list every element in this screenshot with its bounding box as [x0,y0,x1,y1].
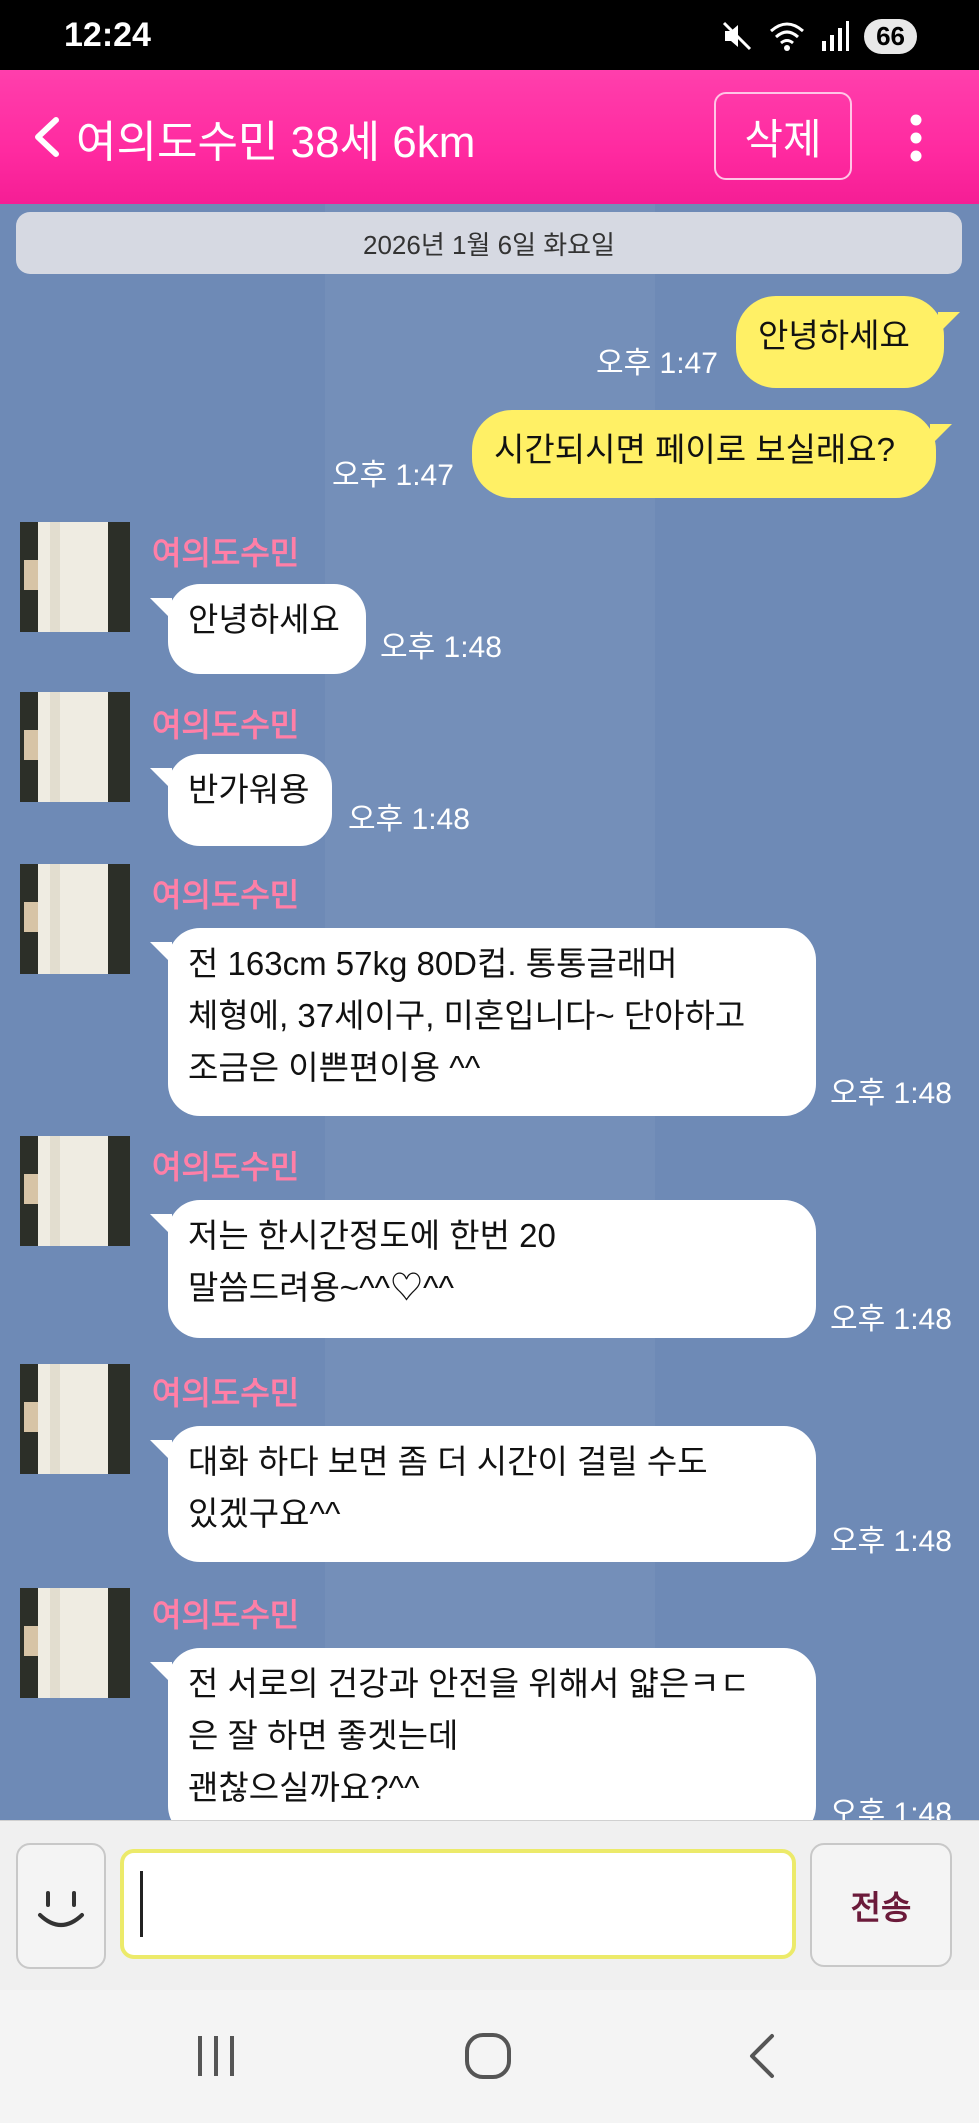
bubble-tail [150,1440,172,1462]
message-line: 전 163cm 57kg 80D컵. 통통글래머 [188,945,678,982]
status-bar: 12:24 66 [0,0,979,70]
message-text: 안녕하세요 [188,601,340,638]
received-message-bubble[interactable]: 전 서로의 건강과 안전을 위해서 얇은ㅋㄷ 은 잘 하면 좋겟는데 괜찮으실까… [168,1648,816,1820]
message-time: 오후 1:48 [830,1303,952,1336]
chat-title: 여의도수민 38세 6km [76,118,476,167]
avatar[interactable] [20,522,130,632]
battery-indicator: 66 [864,18,917,54]
bubble-tail [930,424,952,446]
avatar[interactable] [20,1588,130,1698]
message-line: 저는 한시간정도에 한번 20 [188,1217,556,1254]
sender-name: 여의도수민 [152,1149,300,1185]
bubble-tail [150,942,172,964]
chevron-left-icon[interactable] [26,112,72,162]
message-line: 있겠구요^^ [188,1495,341,1532]
smiley-icon [38,1891,84,1927]
sender-name: 여의도수민 [152,1597,300,1633]
message-time: 오후 1:48 [830,1525,952,1558]
bubble-tail [150,1662,172,1684]
bubble-tail [150,768,172,790]
avatar[interactable] [20,692,130,802]
message-text: 안녕하세요 [758,317,910,354]
sent-message-bubble[interactable]: 안녕하세요 [736,296,944,388]
message-time: 오후 1:48 [830,1797,952,1820]
more-vertical-icon[interactable] [898,112,934,164]
bubble-tail [938,312,960,334]
mute-icon [723,21,752,51]
message-line: 대화 하다 보면 좀 더 시간이 걸릴 수도 [188,1443,708,1480]
avatar[interactable] [20,864,130,974]
emoji-button[interactable] [16,1843,106,1969]
message-time: 오후 1:48 [830,1077,952,1110]
message-line: 말씀드려용~^^♡^^ [188,1269,455,1306]
message-line: 전 서로의 건강과 안전을 위해서 얇은ㅋㄷ [188,1665,750,1702]
received-message-bubble[interactable]: 대화 하다 보면 좀 더 시간이 걸릴 수도 있겠구요^^ [168,1426,816,1562]
text-caret [140,1871,143,1937]
received-message-bubble[interactable]: 반가워용 [168,754,332,846]
message-input-bar: 전송 [0,1820,979,1990]
avatar[interactable] [20,1364,130,1474]
message-text: 시간되시면 페이로 보실래요? [494,431,896,468]
received-message-bubble[interactable]: 안녕하세요 [168,584,366,674]
sent-message-bubble[interactable]: 시간되시면 페이로 보실래요? [472,410,936,498]
send-button[interactable]: 전송 [810,1843,952,1967]
avatar[interactable] [20,1136,130,1246]
status-time: 12:24 [64,16,151,54]
sender-name: 여의도수민 [152,877,300,913]
back-icon[interactable] [742,2030,782,2082]
delete-button[interactable]: 삭제 [714,92,852,180]
recent-apps-icon[interactable] [194,2030,238,2082]
chat-header: 여의도수민 38세 6km 삭제 [0,70,979,204]
system-nav-bar [0,1990,979,2123]
received-message-bubble[interactable]: 저는 한시간정도에 한번 20 말씀드려용~^^♡^^ [168,1200,816,1338]
chat-area[interactable]: 2026년 1월 6일 화요일 오후 1:47 안녕하세요 오후 1:47 시간… [0,204,979,1820]
message-line: 조금은 이쁜편이용 ^^ [188,1049,481,1086]
bubble-tail [150,1214,172,1236]
message-line: 체형에, 37세이구, 미혼입니다~ 단아하고 [188,997,746,1034]
date-divider: 2026년 1월 6일 화요일 [16,212,962,274]
message-input[interactable] [120,1849,796,1959]
message-time: 오후 1:48 [380,631,502,664]
message-time: 오후 1:47 [332,459,454,492]
sender-name: 여의도수민 [152,707,300,743]
message-time: 오후 1:48 [348,803,470,836]
signal-icon [822,21,850,51]
sender-name: 여의도수민 [152,535,300,571]
received-message-bubble[interactable]: 전 163cm 57kg 80D컵. 통통글래머 체형에, 37세이구, 미혼입… [168,928,816,1116]
message-time: 오후 1:47 [596,347,718,380]
bubble-tail [150,598,172,620]
sender-name: 여의도수민 [152,1375,300,1411]
home-icon[interactable] [462,2030,514,2082]
message-text: 반가워용 [188,771,310,808]
status-icons: 66 [720,16,917,56]
wifi-icon [770,22,805,51]
message-line: 괜찮으실까요?^^ [188,1769,420,1806]
message-line: 은 잘 하면 좋겟는데 [188,1717,459,1754]
